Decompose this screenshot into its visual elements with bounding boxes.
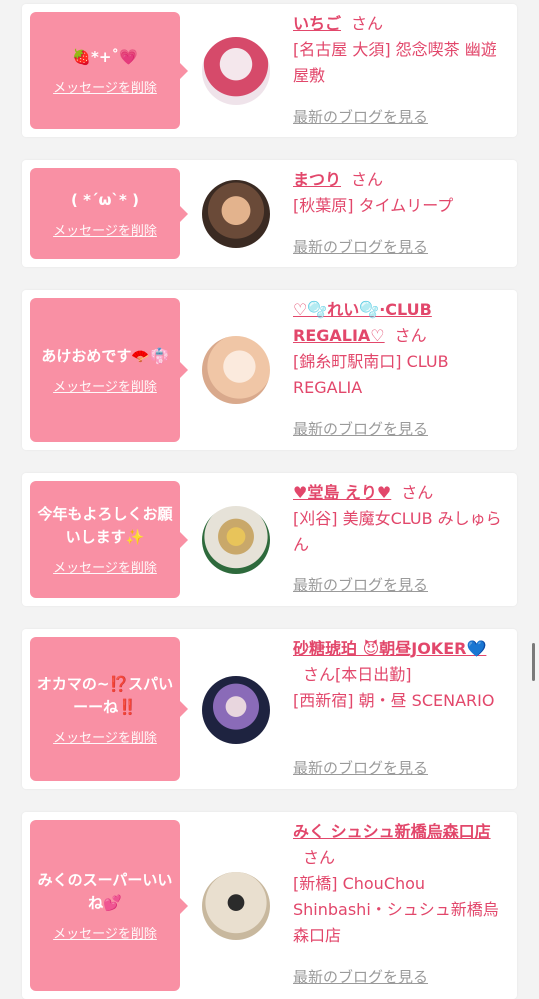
avatar[interactable] bbox=[202, 506, 270, 574]
avatar[interactable] bbox=[202, 336, 270, 404]
delete-message-link[interactable]: メッセージを削除 bbox=[53, 77, 157, 96]
message-bubble: 今年もよろしくお願いします✨ メッセージを削除 bbox=[30, 481, 188, 598]
avatar[interactable] bbox=[202, 872, 270, 940]
delete-message-link[interactable]: メッセージを削除 bbox=[53, 557, 157, 576]
latest-blog-link[interactable]: 最新のブログを見る bbox=[293, 574, 428, 595]
profile-info: いちご さん [名古屋 大須] 怨念喫茶 幽遊屋敷 bbox=[293, 11, 505, 89]
message-bubble: みくのスーパーいいね💕 メッセージを削除 bbox=[30, 820, 188, 991]
profile-info: ♡🫧れい🫧·CLUB REGALIA♡ さん [錦糸町駅南口] CLUB REGA… bbox=[293, 297, 505, 401]
profile-name-link[interactable]: 砂糖琥珀 😈朝昼JOKER💙 bbox=[293, 639, 486, 658]
profile-info: ♥堂島 えり♥ さん [刈谷] 美魔女CLUB みしゅらん bbox=[293, 480, 505, 558]
honorific: さん bbox=[394, 326, 427, 345]
latest-blog-link[interactable]: 最新のブログを見る bbox=[293, 966, 428, 987]
message-text: 今年もよろしくお願いします✨ bbox=[37, 505, 173, 546]
honorific: さん bbox=[303, 848, 336, 867]
avatar[interactable] bbox=[202, 676, 270, 744]
profile-name-link[interactable]: まつり bbox=[293, 170, 341, 189]
list-item: オカマの~⁉️スパいーーね‼️ メッセージを削除 砂糖琥珀 😈朝昼JOKER💙 さ… bbox=[22, 629, 517, 789]
shop-area: [錦糸町駅南口] CLUB REGALIA bbox=[293, 352, 449, 397]
message-bubble: オカマの~⁉️スパいーーね‼️ メッセージを削除 bbox=[30, 637, 188, 781]
message-text: 🍓*+˚💗 bbox=[72, 47, 138, 66]
profile-name-link[interactable]: いちご bbox=[293, 14, 341, 33]
profile-info: まつり さん [秋葉原] タイムリープ bbox=[293, 167, 505, 219]
message-text: オカマの~⁉️スパいーーね‼️ bbox=[36, 674, 174, 716]
message-bubble: あけおめです🪭👘 メッセージを削除 bbox=[30, 298, 188, 442]
latest-blog-link[interactable]: 最新のブログを見る bbox=[293, 236, 428, 257]
shop-area: [西新宿] 朝・昼 SCENARIO bbox=[293, 691, 495, 710]
honorific: さん bbox=[401, 483, 434, 502]
delete-message-link[interactable]: メッセージを削除 bbox=[53, 220, 157, 239]
delete-message-link[interactable]: メッセージを削除 bbox=[53, 376, 157, 395]
shop-area: [刈谷] 美魔女CLUB みしゅらん bbox=[293, 509, 502, 554]
message-bubble: 🍓*+˚💗 メッセージを削除 bbox=[30, 12, 188, 129]
message-text: ( *´ω`* ) bbox=[71, 190, 139, 209]
profile-info: みく シュシュ新橋烏森口店さん [新橋] ChouChou Shinbashi・… bbox=[293, 819, 505, 949]
profile-info: 砂糖琥珀 😈朝昼JOKER💙 さん[本日出勤] [西新宿] 朝・昼 SCENARI… bbox=[293, 636, 505, 714]
delete-message-link[interactable]: メッセージを削除 bbox=[53, 923, 157, 942]
list-item: ( *´ω`* ) メッセージを削除 まつり さん [秋葉原] タイムリープ 最新… bbox=[22, 160, 517, 267]
honorific: さん bbox=[351, 14, 384, 33]
avatar[interactable] bbox=[202, 180, 270, 248]
profile-name-link[interactable]: ♥堂島 えり♥ bbox=[293, 483, 391, 502]
message-text: みくのスーパーいいね💕 bbox=[37, 871, 173, 912]
latest-blog-link[interactable]: 最新のブログを見る bbox=[293, 106, 428, 127]
shop-area: [秋葉原] タイムリープ bbox=[293, 196, 454, 215]
profile-name-link[interactable]: みく シュシュ新橋烏森口店 bbox=[293, 822, 491, 841]
shop-area: [名古屋 大須] 怨念喫茶 幽遊屋敷 bbox=[293, 40, 497, 85]
scrollbar[interactable] bbox=[532, 643, 535, 681]
avatar[interactable] bbox=[202, 37, 270, 105]
latest-blog-link[interactable]: 最新のブログを見る bbox=[293, 757, 428, 778]
list-item: 🍓*+˚💗 メッセージを削除 いちご さん [名古屋 大須] 怨念喫茶 幽遊屋敷 … bbox=[22, 4, 517, 137]
latest-blog-link[interactable]: 最新のブログを見る bbox=[293, 418, 428, 439]
list-item: あけおめです🪭👘 メッセージを削除 ♡🫧れい🫧·CLUB REGALIA♡ さん … bbox=[22, 290, 517, 450]
list-item: みくのスーパーいいね💕 メッセージを削除 みく シュシュ新橋烏森口店さん [新橋… bbox=[22, 812, 517, 999]
honorific: さん[本日出勤] bbox=[303, 665, 412, 684]
message-bubble: ( *´ω`* ) メッセージを削除 bbox=[30, 168, 188, 259]
delete-message-link[interactable]: メッセージを削除 bbox=[53, 727, 157, 746]
message-text: あけおめです🪭👘 bbox=[41, 347, 169, 365]
shop-area: [新橋] ChouChou Shinbashi・シュシュ新橋烏森口店 bbox=[293, 874, 499, 945]
honorific: さん bbox=[351, 170, 384, 189]
list-item: 今年もよろしくお願いします✨ メッセージを削除 ♥堂島 えり♥ さん [刈谷] 美… bbox=[22, 473, 517, 606]
